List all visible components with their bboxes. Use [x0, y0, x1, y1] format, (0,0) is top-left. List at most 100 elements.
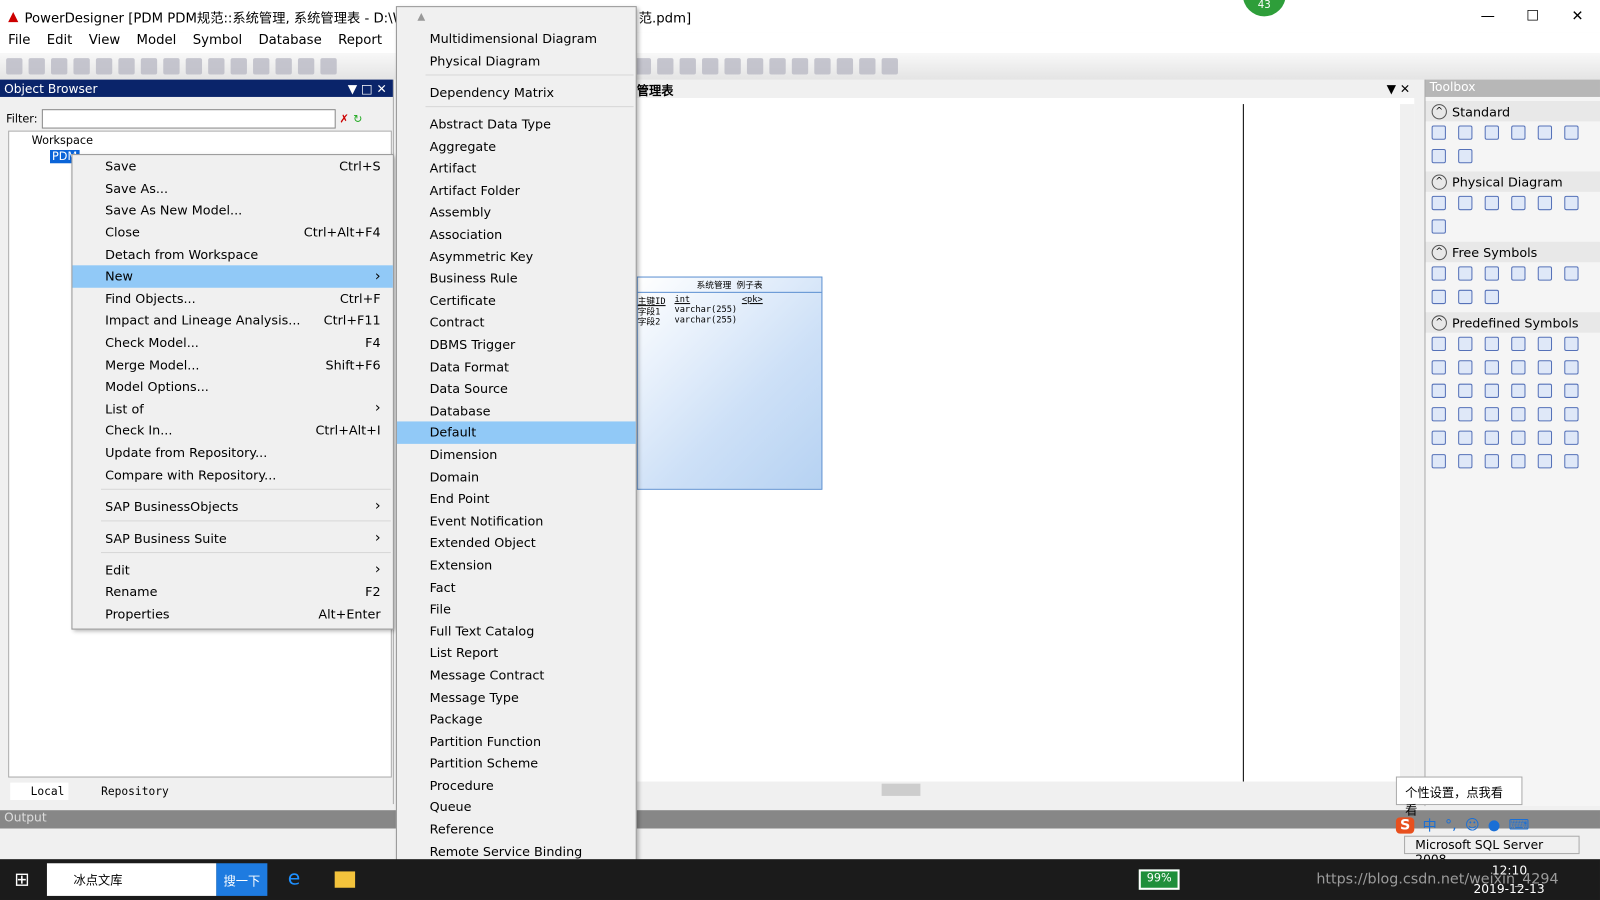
toolbox-tool-icon[interactable]: [1564, 407, 1579, 422]
menu-item-extension[interactable]: Extension: [397, 554, 636, 576]
menu-item-close[interactable]: Close Ctrl+Alt+F4: [72, 221, 392, 243]
menu-item-properties[interactable]: Properties Alt+Enter: [72, 603, 392, 625]
menu-item-impact-and-lineage-analysis[interactable]: Impact and Lineage Analysis... Ctrl+F11: [72, 309, 392, 331]
toolbox-tool-icon[interactable]: [1537, 195, 1553, 211]
toolbox-section-predefined-symbols[interactable]: ^ Predefined Symbols: [1425, 312, 1600, 333]
toolbox-section-physical-diagram[interactable]: ^ Physical Diagram: [1425, 171, 1600, 192]
menu-item-file[interactable]: File: [397, 598, 636, 620]
toolbox-tool-icon[interactable]: [1484, 289, 1499, 305]
menu-item-merge-model[interactable]: Merge Model... Shift+F6: [72, 353, 392, 375]
menu-item-event-notification[interactable]: Event Notification: [397, 510, 636, 532]
toolbox-tool-icon[interactable]: [1431, 219, 1446, 234]
menu-item-procedure[interactable]: Procedure: [397, 774, 636, 796]
toolbox-section-free-symbols[interactable]: ^ Free Symbols: [1425, 241, 1600, 263]
toolbox-tool-icon[interactable]: [1484, 383, 1499, 398]
menu-item-end-point[interactable]: End Point: [397, 488, 636, 510]
horizontal-scrollbar[interactable]: [636, 781, 1415, 798]
toolbox-tool-icon[interactable]: [1458, 360, 1473, 375]
toolbar-button-icon[interactable]: [724, 58, 741, 75]
toolbar-button-icon[interactable]: [163, 58, 180, 75]
toolbox-tool-icon[interactable]: [1431, 125, 1446, 140]
toolbox-tool-icon[interactable]: [1564, 383, 1579, 398]
toolbox-tool-icon[interactable]: [1431, 360, 1446, 375]
menu-item-compare-with-repository[interactable]: Compare with Repository...: [72, 464, 392, 486]
menu-item-queue[interactable]: Queue: [397, 796, 636, 818]
collapse-icon[interactable]: ^: [1431, 244, 1447, 260]
toolbox-tool-icon[interactable]: [1484, 360, 1499, 375]
panel-controls-icon[interactable]: ▼ □ ✕: [348, 81, 393, 95]
edge-icon[interactable]: e: [288, 865, 301, 889]
menu-edit[interactable]: Edit: [39, 33, 81, 53]
menu-item-save[interactable]: Save Ctrl+S: [72, 155, 392, 177]
toolbox-tool-icon[interactable]: [1537, 336, 1553, 352]
toolbox-section-standard[interactable]: ^ Standard: [1425, 101, 1600, 122]
menu-item-database[interactable]: Database: [397, 399, 636, 421]
menu-item-model-options[interactable]: Model Options...: [72, 375, 392, 397]
menu-item-association[interactable]: Association: [397, 223, 636, 245]
menu-item-business-rule[interactable]: Business Rule: [397, 267, 636, 289]
toolbox-tool-icon[interactable]: [1484, 195, 1499, 211]
toolbar-button-icon[interactable]: [73, 58, 90, 75]
toolbox-tool-icon[interactable]: [1431, 148, 1446, 164]
toolbar-button-icon[interactable]: [95, 58, 113, 75]
menu-item-data-format[interactable]: Data Format: [397, 355, 636, 377]
menu-item-find-objects[interactable]: Find Objects... Ctrl+F: [72, 287, 392, 309]
toolbox-tool-icon[interactable]: [1458, 383, 1473, 398]
menu-item-partition-scheme[interactable]: Partition Scheme: [397, 752, 636, 774]
explorer-icon[interactable]: [334, 871, 356, 888]
taskbar-search[interactable]: 冰点文库: [46, 863, 217, 896]
menu-item-package[interactable]: Package: [397, 708, 636, 730]
toolbox-tool-icon[interactable]: [1484, 336, 1499, 352]
toolbox-tool-icon[interactable]: [1484, 407, 1499, 422]
toolbar-button-icon[interactable]: [208, 58, 225, 75]
menu-item-artifact-folder[interactable]: Artifact Folder: [397, 179, 636, 201]
tab-repository[interactable]: Repository: [83, 784, 169, 797]
maximize-button[interactable]: ☐: [1510, 0, 1555, 33]
toolbar-button-icon[interactable]: [679, 58, 696, 75]
toolbox-tool-icon[interactable]: [1431, 454, 1446, 469]
menu-item-check-in[interactable]: Check In... Ctrl+Alt+I: [72, 420, 392, 442]
menu-item-message-contract[interactable]: Message Contract: [397, 664, 636, 686]
tree-item-workspace[interactable]: Workspace: [9, 132, 391, 149]
menu-item-abstract-data-type[interactable]: Abstract Data Type: [397, 113, 636, 135]
collapse-icon[interactable]: ^: [1431, 314, 1447, 331]
start-button[interactable]: ⊞: [14, 869, 29, 890]
ime-mic-icon[interactable]: ●: [1488, 817, 1500, 833]
table-entity[interactable]: 系统管理 例子表 主键ID int <pk> 字段1 varchar(255) 字段2 va…: [636, 276, 823, 490]
toolbar-button-icon[interactable]: [746, 58, 764, 75]
menu-item-multidimensional-diagram[interactable]: Multidimensional Diagram: [397, 28, 636, 50]
toolbox-tool-icon[interactable]: [1431, 407, 1446, 422]
menu-symbol[interactable]: Symbol: [185, 33, 251, 53]
toolbox-tool-icon[interactable]: [1511, 360, 1526, 375]
menu-item-extended-object[interactable]: Extended Object: [397, 532, 636, 554]
menu-item-new[interactable]: New ›: [72, 265, 393, 288]
menu-item-artifact[interactable]: Artifact: [397, 157, 636, 179]
menu-item-update-from-repository[interactable]: Update from Repository...: [72, 442, 392, 464]
diagram-close-icon[interactable]: ▼ ✕: [1387, 82, 1411, 96]
toolbar-button-icon[interactable]: [297, 58, 315, 75]
toolbox-tool-icon[interactable]: [1458, 289, 1473, 305]
menu-item-aggregate[interactable]: Aggregate: [397, 135, 636, 157]
menu-item-fact[interactable]: Fact: [397, 576, 636, 598]
menu-model[interactable]: Model: [128, 33, 184, 53]
menu-item-detach-from-workspace[interactable]: Detach from Workspace: [72, 243, 392, 265]
toolbox-tool-icon[interactable]: [1484, 430, 1499, 445]
toolbox-tool-icon[interactable]: [1537, 454, 1553, 469]
toolbox-tool-icon[interactable]: [1511, 407, 1526, 422]
menu-item-check-model[interactable]: Check Model... F4: [72, 331, 392, 353]
ime-keyboard-icon[interactable]: ⌨: [1509, 817, 1530, 833]
menu-item-partition-function[interactable]: Partition Function: [397, 730, 636, 752]
toolbox-tool-icon[interactable]: [1511, 195, 1526, 211]
toolbar-button-icon[interactable]: [230, 58, 247, 75]
toolbox-tool-icon[interactable]: [1537, 383, 1553, 398]
vertical-scrollbar[interactable]: [1399, 104, 1415, 782]
toolbox-tool-icon[interactable]: [1458, 430, 1473, 445]
toolbox-tool-icon[interactable]: [1511, 125, 1526, 140]
menu-item-contract[interactable]: Contract: [397, 311, 636, 333]
toolbox-tool-icon[interactable]: [1431, 195, 1446, 211]
collapse-icon[interactable]: ^: [1431, 173, 1447, 190]
toolbox-tool-icon[interactable]: [1511, 266, 1526, 281]
ime-emoji-icon[interactable]: ☺: [1465, 817, 1480, 833]
toolbar-button-icon[interactable]: [118, 58, 135, 75]
toolbar-button-icon[interactable]: [185, 58, 203, 75]
